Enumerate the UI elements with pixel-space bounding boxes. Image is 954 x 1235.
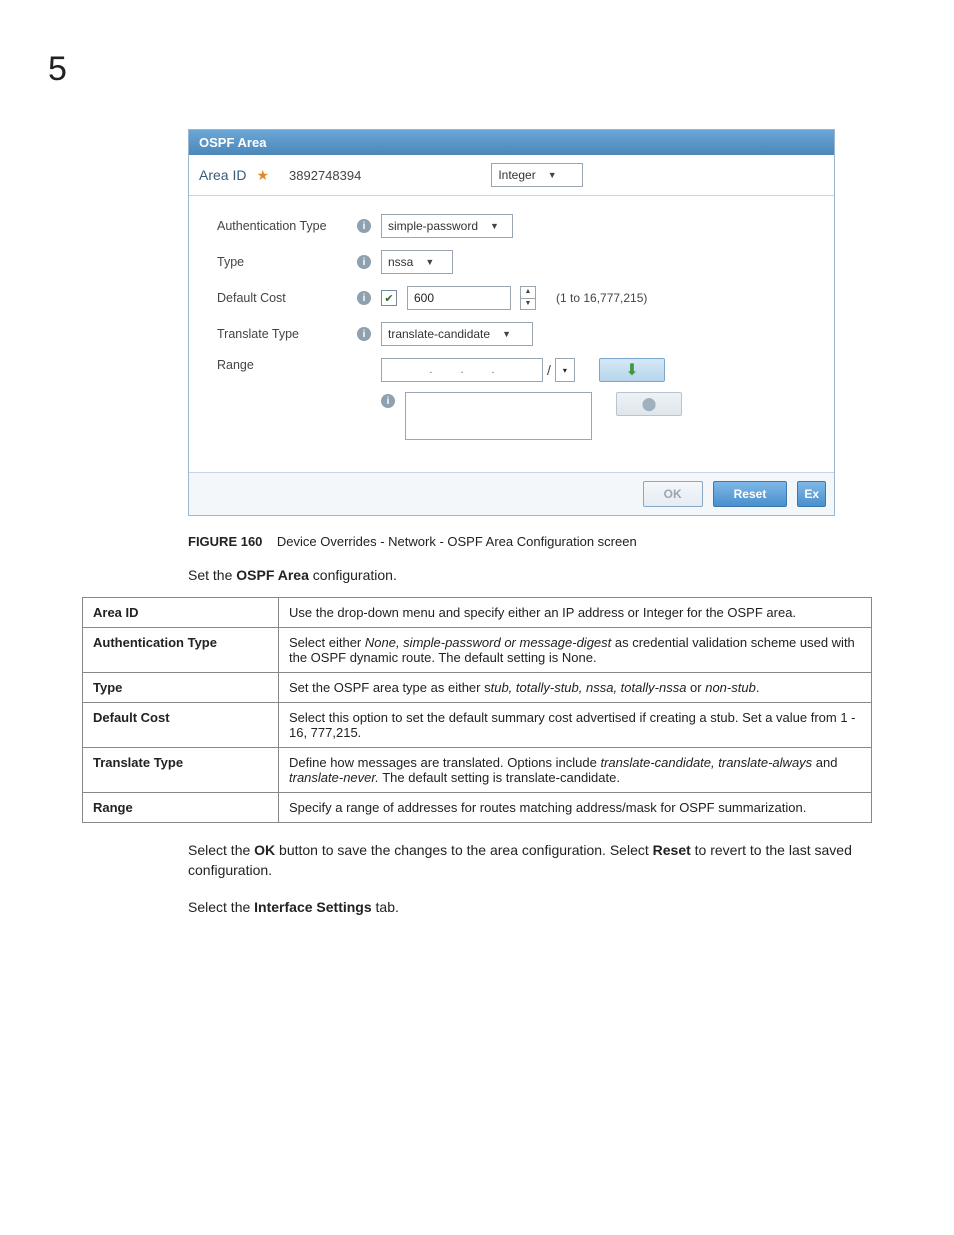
table-value: Select either None, simple-password or m… [279,628,872,673]
auth-type-select[interactable]: simple-password ▼ [381,214,513,238]
area-id-label: Area ID [199,167,246,183]
chevron-down-icon: ▼ [548,170,557,180]
default-cost-input[interactable]: 600 [407,286,511,310]
chevron-down-icon: ▼ [502,329,511,339]
info-icon[interactable]: i [381,394,395,408]
auth-type-value: simple-password [388,219,478,233]
range-mask-select[interactable]: ▾ [555,358,575,382]
table-row: Area IDUse the drop-down menu and specif… [83,598,872,628]
info-icon[interactable]: i [357,327,371,341]
figure-caption: Device Overrides - Network - OSPF Area C… [277,534,637,549]
table-value: Specify a range of addresses for routes … [279,793,872,823]
default-cost-checkbox[interactable]: ✔ [381,290,397,306]
intro-pre: Set the [188,567,236,583]
type-select[interactable]: nssa ▼ [381,250,453,274]
type-value: nssa [388,255,413,269]
area-id-type-select[interactable]: Integer ▼ [491,163,583,187]
range-delete-button[interactable]: ⬤ [616,392,682,416]
p2-post: tab. [372,899,399,915]
range-ip-input[interactable]: ... [381,358,543,382]
table-key: Translate Type [83,748,279,793]
table-key: Default Cost [83,703,279,748]
type-label: Type [217,255,347,269]
p2-b1: Interface Settings [254,899,371,915]
table-row: TypeSet the OSPF area type as either stu… [83,673,872,703]
default-cost-hint: (1 to 16,777,215) [556,291,647,305]
translate-type-select[interactable]: translate-candidate ▼ [381,322,533,346]
translate-type-value: translate-candidate [388,327,490,341]
translate-type-label: Translate Type [217,327,347,341]
slash-separator: / [547,362,551,378]
required-star-icon: ★ [256,167,269,184]
info-icon[interactable]: i [357,219,371,233]
chapter-number: 5 [48,50,906,89]
range-add-button[interactable]: ⬇ [599,358,665,382]
intro-bold: OSPF Area [236,567,309,583]
default-cost-spinner[interactable]: ▲▼ [520,286,536,310]
chevron-down-icon: ▼ [425,257,434,267]
table-key: Range [83,793,279,823]
info-icon[interactable]: i [357,255,371,269]
table-row: RangeSpecify a range of addresses for ro… [83,793,872,823]
p2-pre: Select the [188,899,254,915]
reset-button[interactable]: Reset [713,481,788,507]
p1-pre: Select the [188,842,254,858]
table-key: Area ID [83,598,279,628]
ospf-area-screenshot: OSPF Area Area ID ★ 3892748394 Integer ▼… [188,129,835,516]
table-value: Use the drop-down menu and specify eithe… [279,598,872,628]
chevron-down-icon: ▼ [490,221,499,231]
minus-icon: ⬤ [642,396,657,412]
range-list[interactable] [405,392,592,440]
figure-number: FIGURE 160 [188,534,262,549]
description-table: Area IDUse the drop-down menu and specif… [82,597,872,823]
intro-post: configuration. [309,567,397,583]
p1-b2: Reset [653,842,691,858]
plus-icon: ⬇ [625,360,638,380]
table-key: Authentication Type [83,628,279,673]
p1-b1: OK [254,842,275,858]
table-value: Define how messages are translated. Opti… [279,748,872,793]
p1-mid: button to save the changes to the area c… [275,842,652,858]
panel-title: OSPF Area [189,130,834,155]
ex-button[interactable]: Ex [797,481,826,507]
area-id-value: 3892748394 [289,168,361,183]
info-icon[interactable]: i [357,291,371,305]
ok-button[interactable]: OK [643,481,703,507]
area-id-type-value: Integer [498,168,535,182]
default-cost-value: 600 [414,291,434,305]
table-row: Authentication TypeSelect either None, s… [83,628,872,673]
table-row: Default CostSelect this option to set th… [83,703,872,748]
auth-type-label: Authentication Type [217,219,347,233]
table-row: Translate TypeDefine how messages are tr… [83,748,872,793]
default-cost-label: Default Cost [217,291,347,305]
table-key: Type [83,673,279,703]
range-label: Range [217,358,347,372]
table-value: Select this option to set the default su… [279,703,872,748]
table-value: Set the OSPF area type as either stub, t… [279,673,872,703]
